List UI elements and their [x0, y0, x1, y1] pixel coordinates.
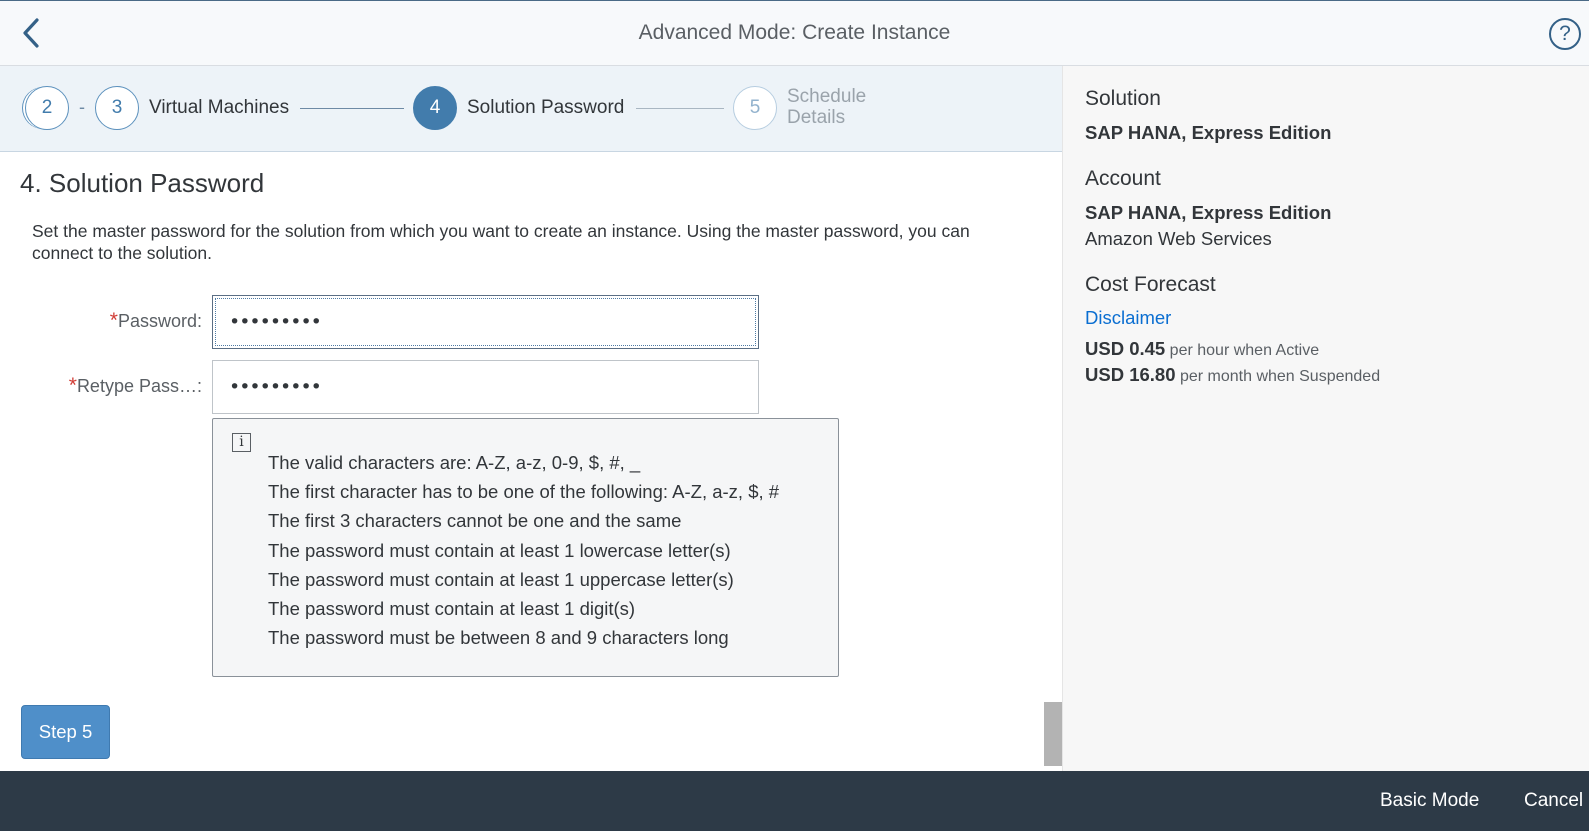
- required-marker: *: [68, 374, 77, 397]
- info-icon: i: [232, 433, 251, 452]
- cost-suspended-text: per month when Suspended: [1179, 368, 1381, 385]
- wizard-connector: [636, 108, 724, 109]
- description-text: Set the master password for the solution…: [32, 221, 970, 263]
- password-rule: The password must contain at least 1 dig…: [268, 598, 636, 620]
- password-rule: The password must contain at least 1 upp…: [268, 568, 734, 590]
- wizard-step-3-label[interactable]: Virtual Machines: [149, 97, 289, 119]
- password-rule: The password must be between 8 and 9 cha…: [268, 627, 729, 649]
- password-rules-list: The valid characters are: A-Z, a-z, 0-9,…: [268, 448, 779, 652]
- password-rule: The first 3 characters cannot be one and…: [268, 510, 682, 532]
- scrollbar-thumb[interactable]: [1044, 702, 1062, 766]
- required-marker: *: [109, 309, 118, 332]
- wizard-step-2[interactable]: 2: [25, 86, 69, 130]
- wizard-step-3[interactable]: 3: [95, 86, 139, 130]
- disclaimer-link[interactable]: Disclaimer: [1085, 307, 1171, 329]
- title-bar: Advanced Mode: Create Instance ?: [0, 0, 1589, 66]
- basic-mode-button[interactable]: Basic Mode: [1380, 790, 1479, 812]
- wizard-step-5[interactable]: 5: [733, 86, 777, 130]
- step-5-button[interactable]: Step 5: [21, 705, 110, 759]
- retype-password-field[interactable]: •••••••••: [212, 360, 759, 414]
- retype-password-label-text: Retype Pass…:: [76, 376, 202, 396]
- account-provider: Amazon Web Services: [1085, 228, 1272, 249]
- cost-active: USD 0.45 per hour when Active: [1085, 338, 1319, 360]
- footer-toolbar: Basic Mode Cancel: [0, 771, 1589, 831]
- password-rules-box: i The valid characters are: A-Z, a-z, 0-…: [212, 418, 839, 677]
- password-rule: The first character has to be one of the…: [268, 481, 780, 503]
- password-label-text: Password:: [117, 311, 202, 331]
- summary-side-panel: Solution SAP HANA, Express Edition Accou…: [1062, 66, 1589, 771]
- page-header-title: Advanced Mode: Create Instance: [638, 21, 951, 44]
- help-icon[interactable]: ?: [1549, 18, 1581, 50]
- wizard-step-4[interactable]: 4: [413, 86, 457, 130]
- wizard-step-separator: -: [79, 97, 85, 117]
- password-field[interactable]: •••••••••: [212, 295, 759, 349]
- retype-password-label: *Retype Pass…:: [40, 374, 202, 398]
- password-label: *Password:: [100, 309, 202, 333]
- password-rule: The valid characters are: A-Z, a-z, 0-9,…: [268, 452, 641, 473]
- solution-heading: Solution: [1085, 87, 1161, 110]
- cost-active-amount: USD 0.45: [1085, 338, 1166, 359]
- cost-active-text: per hour when Active: [1169, 342, 1320, 359]
- cost-suspended-amount: USD 16.80: [1085, 364, 1176, 385]
- cost-suspended: USD 16.80 per month when Suspended: [1085, 364, 1380, 386]
- page-title: 4. Solution Password: [20, 168, 265, 198]
- wizard-progress: 2 - 3 Virtual Machines 4 Solution Passwo…: [0, 66, 1062, 152]
- password-rule: The password must contain at least 1 low…: [268, 539, 731, 561]
- wizard-step-5-label-line2: Details: [787, 107, 846, 128]
- solution-name: SAP HANA, Express Edition: [1085, 122, 1332, 143]
- cancel-button[interactable]: Cancel: [1524, 790, 1583, 812]
- account-name: SAP HANA, Express Edition: [1085, 202, 1332, 223]
- wizard-connector: [300, 108, 404, 109]
- wizard-step-5-label-line1: Schedule: [787, 86, 867, 107]
- wizard-step-5-label[interactable]: Schedule Details: [787, 86, 866, 128]
- wizard-step-4-label[interactable]: Solution Password: [467, 97, 624, 119]
- account-heading: Account: [1085, 167, 1161, 190]
- cost-forecast-heading: Cost Forecast: [1085, 273, 1216, 296]
